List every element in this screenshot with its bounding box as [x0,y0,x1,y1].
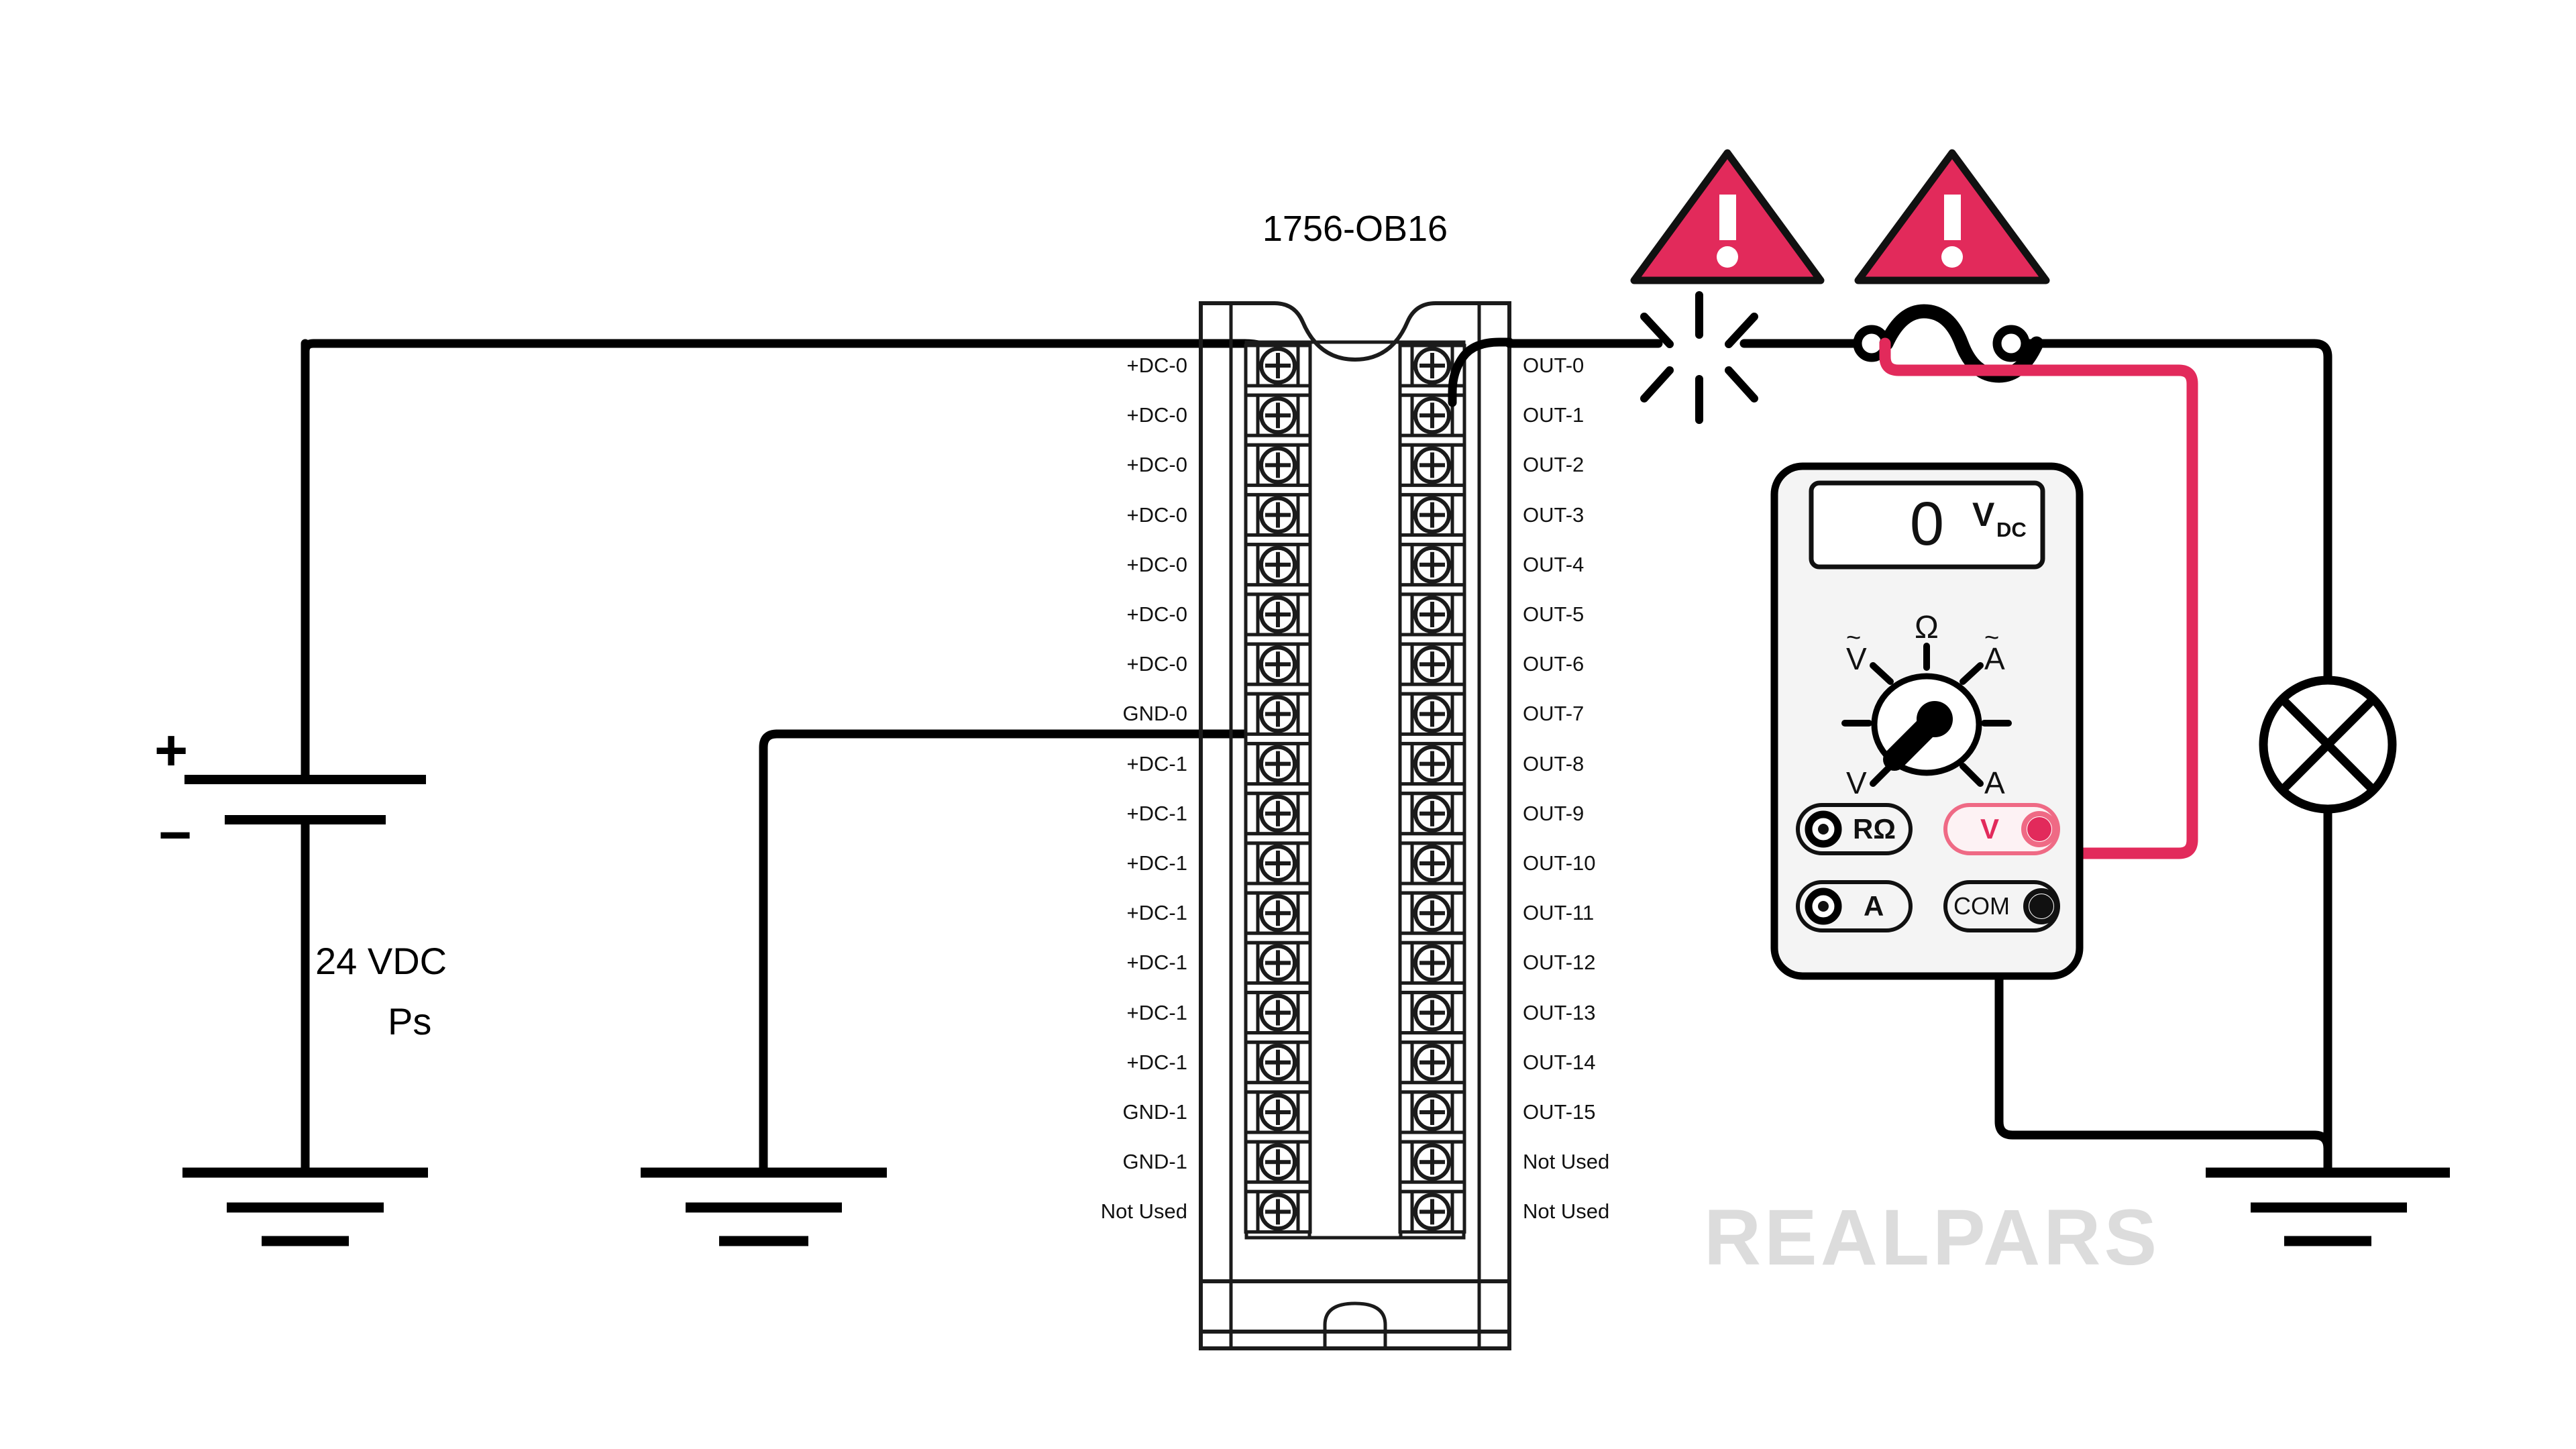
terminal-left-2[interactable] [1244,443,1312,496]
terminal-left-4[interactable] [1244,543,1312,596]
terminal-right-3[interactable] [1398,493,1466,547]
terminal-label-right-13: OUT-13 [1523,1000,1596,1024]
terminal-right-5[interactable] [1398,592,1466,646]
terminal-label-right-0: OUT-0 [1523,354,1585,377]
terminal-left-1[interactable] [1244,393,1312,447]
terminal-right-11[interactable] [1398,891,1466,945]
module-title: 1756-OB16 [1262,209,1448,249]
dial-label-ohms: Ω [1915,610,1939,645]
battery-plus-label: + [154,718,189,783]
terminal-label-left-7: GND-0 [1122,702,1187,726]
jack-label-volts: V [1980,813,2000,845]
terminal-right-6[interactable] [1398,642,1466,696]
terminal-label-left-5: +DC-0 [1126,602,1187,626]
power-supply-symbol [182,339,428,1246]
terminal-right-7[interactable] [1398,692,1466,745]
terminal-label-right-9: OUT-9 [1523,801,1585,825]
power-supply-name-label: Ps [388,1000,432,1042]
ground-symbol-module [641,1167,887,1246]
terminal-left-7[interactable] [1244,692,1312,745]
terminal-right-14[interactable] [1398,1040,1466,1094]
terminal-label-left-13: +DC-1 [1126,1000,1187,1024]
wire-gnd0-down [759,729,782,1175]
jack-label-resistance: RΩ [1853,813,1896,845]
multimeter-unit-sub: DC [1996,518,2027,541]
terminal-left-14[interactable] [1244,1040,1312,1094]
terminal-left-11[interactable] [1244,891,1312,945]
terminal-right-16[interactable] [1398,1140,1466,1193]
terminal-left-10[interactable] [1244,841,1312,895]
battery-minus-label: − [158,803,193,867]
terminal-right-2[interactable] [1398,443,1466,496]
dial-label-dc-amps: A [1984,765,2005,800]
terminal-label-right-5: OUT-5 [1523,602,1585,626]
terminal-left-15[interactable] [1244,1090,1312,1144]
terminal-left-17[interactable] [1244,1189,1312,1234]
dial-label-ac-volts: V [1846,641,1867,676]
terminal-label-left-14: +DC-1 [1126,1050,1187,1074]
terminal-right-10[interactable] [1398,841,1466,895]
terminal-label-right-4: OUT-4 [1523,552,1585,576]
terminal-left-3[interactable] [1244,493,1312,547]
terminal-label-right-7: OUT-7 [1523,702,1585,726]
terminal-label-left-8: +DC-1 [1126,751,1187,775]
terminal-label-left-3: +DC-0 [1126,502,1187,527]
dial-label-dc-volts: V [1846,765,1867,800]
jack-label-common: COM [1953,892,2010,920]
terminal-label-right-6: OUT-6 [1523,652,1585,676]
terminal-left-5[interactable] [1244,592,1312,646]
terminal-right-8[interactable] [1398,742,1466,796]
terminal-label-left-15: GND-1 [1122,1100,1187,1124]
terminal-label-left-11: +DC-1 [1126,901,1187,925]
terminal-label-left-12: +DC-1 [1126,951,1187,975]
terminal-label-right-10: OUT-10 [1523,851,1596,875]
terminal-screws [1244,343,1466,1234]
terminal-label-left-10: +DC-1 [1126,851,1187,875]
terminal-left-0[interactable] [1244,343,1312,397]
terminal-label-right-1: OUT-1 [1523,403,1585,427]
terminal-right-9[interactable] [1398,792,1466,845]
terminal-label-right-17: Not Used [1523,1199,1610,1224]
ground-symbol-ps [182,1167,428,1246]
warning-triangle-1 [1630,149,1825,284]
terminal-right-13[interactable] [1398,991,1466,1044]
terminal-left-16[interactable] [1244,1140,1312,1193]
terminal-left-6[interactable] [1244,642,1312,696]
terminal-label-left-9: +DC-1 [1126,801,1187,825]
terminal-right-4[interactable] [1398,543,1466,596]
warning-triangle-2 [1854,149,2050,284]
terminal-label-right-16: Not Used [1523,1150,1610,1174]
terminal-right-15[interactable] [1398,1090,1466,1144]
terminal-label-right-2: OUT-2 [1523,453,1585,477]
jack-label-amps: A [1864,890,1884,922]
wire-lamp-to-ground [2139,804,2332,1153]
terminal-right-17[interactable] [1398,1189,1466,1234]
terminal-label-right-11: OUT-11 [1523,901,1595,925]
terminal-label-right-8: OUT-8 [1523,751,1585,775]
wire-ps-to-module-top [301,339,1249,356]
dial-label-ac-amps: A [1984,641,2005,676]
power-supply-voltage-label: 24 VDC [315,940,447,982]
terminal-label-right-3: OUT-3 [1523,502,1585,527]
terminal-left-12[interactable] [1244,941,1312,994]
terminal-label-right-15: OUT-15 [1523,1100,1596,1124]
terminal-label-left-1: +DC-0 [1126,403,1187,427]
terminal-label-right-14: OUT-14 [1523,1050,1596,1074]
terminal-label-left-17: Not Used [1100,1199,1187,1224]
terminal-right-12[interactable] [1398,941,1466,994]
terminal-label-left-2: +DC-0 [1126,453,1187,477]
terminal-label-left-0: +DC-0 [1126,354,1187,377]
ground-symbol-lamp [2206,1167,2450,1246]
terminal-left-8[interactable] [1244,742,1312,796]
terminal-label-right-12: OUT-12 [1523,951,1596,975]
terminal-label-left-4: +DC-0 [1126,552,1187,576]
multimeter-unit-main: V [1972,496,1995,533]
terminal-label-left-6: +DC-0 [1126,652,1187,676]
lamp-symbol [2259,676,2397,814]
wiring-diagram-canvas: REALPARS 1756-OB16 + − 24 VDC Ps 0 V DC … [0,0,2576,1449]
terminal-left-9[interactable] [1244,792,1312,845]
terminal-left-13[interactable] [1244,991,1312,1044]
terminal-label-left-16: GND-1 [1122,1150,1187,1174]
